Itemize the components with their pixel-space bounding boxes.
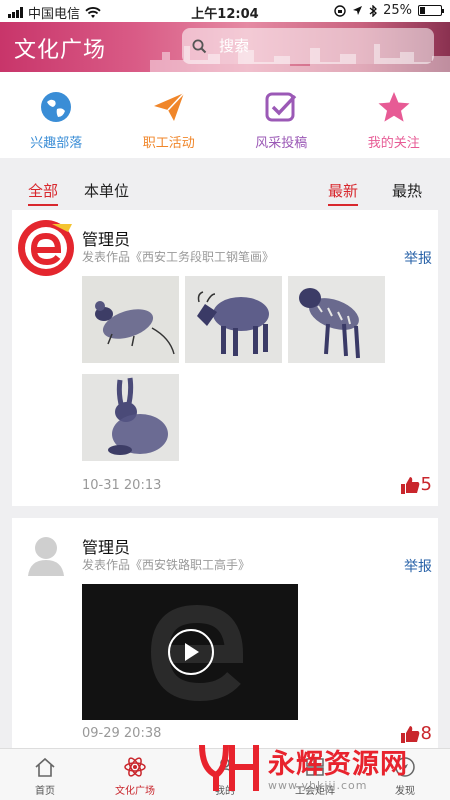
star-icon [377,90,411,124]
post-subtitle[interactable]: 发表作品《西安工务段职工钢笔画》 [82,248,274,265]
play-icon [185,643,199,661]
quick-item-label: 职工活动 [142,136,195,151]
like-button[interactable]: 5 [400,474,432,495]
quick-item-label: 风采投稿 [255,136,308,151]
post-image-rabbit[interactable] [82,374,179,461]
quick-item-submit[interactable]: 风采投稿 [225,72,338,158]
page-title: 文化广场 [14,38,107,63]
quick-item-label: 兴趣部落 [30,136,83,151]
bluetooth-icon [369,4,378,17]
tab-hottest[interactable]: 最热 [392,180,422,201]
battery-icon [418,5,444,16]
post-card[interactable]: 管理员 发表作品《西安铁路职工高手》 举报 09-29 20:38 8 [12,518,438,748]
status-right: 25% [334,3,444,18]
post-author[interactable]: 管理员 [82,534,130,558]
watermark-logo-icon [199,744,259,791]
globe-icon [39,90,73,124]
tab-all[interactable]: 全部 [28,180,59,206]
play-button[interactable] [168,629,214,675]
header-banner: 文化广场 [0,22,450,72]
battery-percent: 25% [383,3,412,18]
search-input[interactable] [219,37,409,55]
status-bar: 中国电信 上午12:04 25% [0,0,450,22]
report-button[interactable]: 举报 [404,248,432,268]
post-image-mouse[interactable] [82,276,179,363]
location-icon [353,6,363,15]
nav-label: 首页 [35,786,55,797]
watermark-title: 永辉资源网 [268,749,408,780]
filter-tabs: 全部 本单位 最新 最热 [0,166,450,210]
search-bar[interactable] [182,28,434,64]
quick-item-activity[interactable]: 职工活动 [113,72,226,158]
quick-item-label: 我的关注 [367,136,420,151]
default-avatar-icon[interactable] [16,526,76,586]
report-button[interactable]: 举报 [404,556,432,576]
like-count: 5 [420,474,432,495]
post-timestamp: 10-31 20:13 [82,478,162,493]
watermark-url: www.yhkjjj.com [268,779,368,792]
thumbs-up-icon [400,476,419,494]
avatar[interactable] [16,218,76,278]
checkbox-edit-icon [264,90,298,124]
quick-item-following[interactable]: 我的关注 [338,72,450,158]
nav-culture-square[interactable]: 文化广场 [90,749,180,800]
post-author[interactable]: 管理员 [82,226,130,250]
video-player[interactable] [82,584,298,720]
nav-home[interactable]: 首页 [0,749,90,800]
atom-icon [123,755,147,779]
watermark-text-group: 永辉资源网 www.yhkjjj.com [268,742,408,792]
tab-newest[interactable]: 最新 [328,180,359,206]
post-image-tiger[interactable] [288,276,385,363]
lock-rotation-icon [334,4,346,17]
home-icon [33,755,57,779]
quick-item-interest[interactable]: 兴趣部落 [0,72,113,158]
post-timestamp: 09-29 20:38 [82,726,162,741]
site-watermark: 永辉资源网 www.yhkjjj.com [198,734,450,800]
post-subtitle[interactable]: 发表作品《西安铁路职工高手》 [82,556,250,573]
nav-label: 文化广场 [115,786,155,797]
quick-menu: 兴趣部落 职工活动 风采投稿 我的关注 [0,72,450,158]
search-icon [192,39,207,53]
post-image-ox[interactable] [185,276,282,363]
tab-unit[interactable]: 本单位 [84,180,129,201]
paper-plane-icon [152,90,186,124]
post-card[interactable]: 管理员 发表作品《西安工务段职工钢笔画》 举报 10-31 20:13 5 [12,210,438,506]
